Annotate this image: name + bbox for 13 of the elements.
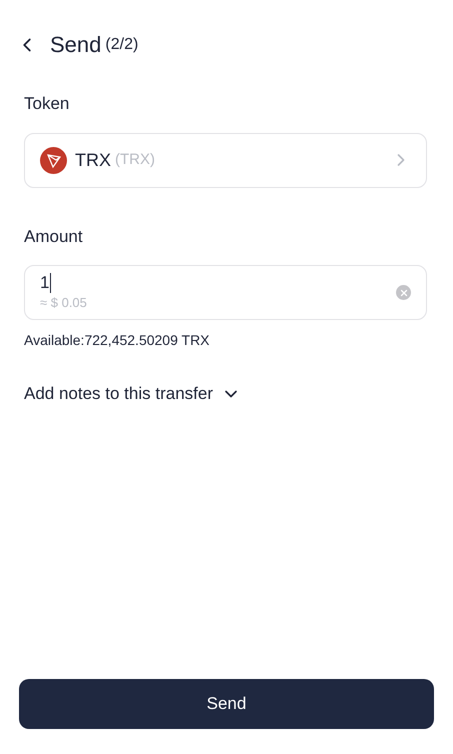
token-selector[interactable]: TRX (TRX) <box>24 132 427 188</box>
amount-value: 1 <box>40 272 52 293</box>
page-title: Send <box>50 31 102 59</box>
available-balance: Available:722,452.50209 TRX <box>24 331 211 350</box>
tron-logo-icon <box>40 146 67 174</box>
field-label: Token <box>24 93 70 115</box>
notes-toggle[interactable]: Add notes to this transfer <box>24 381 241 406</box>
amount-field[interactable]: 1 ≈ $ 0.05 <box>24 265 427 320</box>
fiat-estimate: ≈ $ 0.05 <box>40 294 88 312</box>
step-indicator: (2/2) <box>105 34 138 54</box>
field-label: Amount <box>24 226 84 248</box>
send-button[interactable]: Send <box>19 679 434 729</box>
token-symbol: (TRX) <box>115 150 155 170</box>
